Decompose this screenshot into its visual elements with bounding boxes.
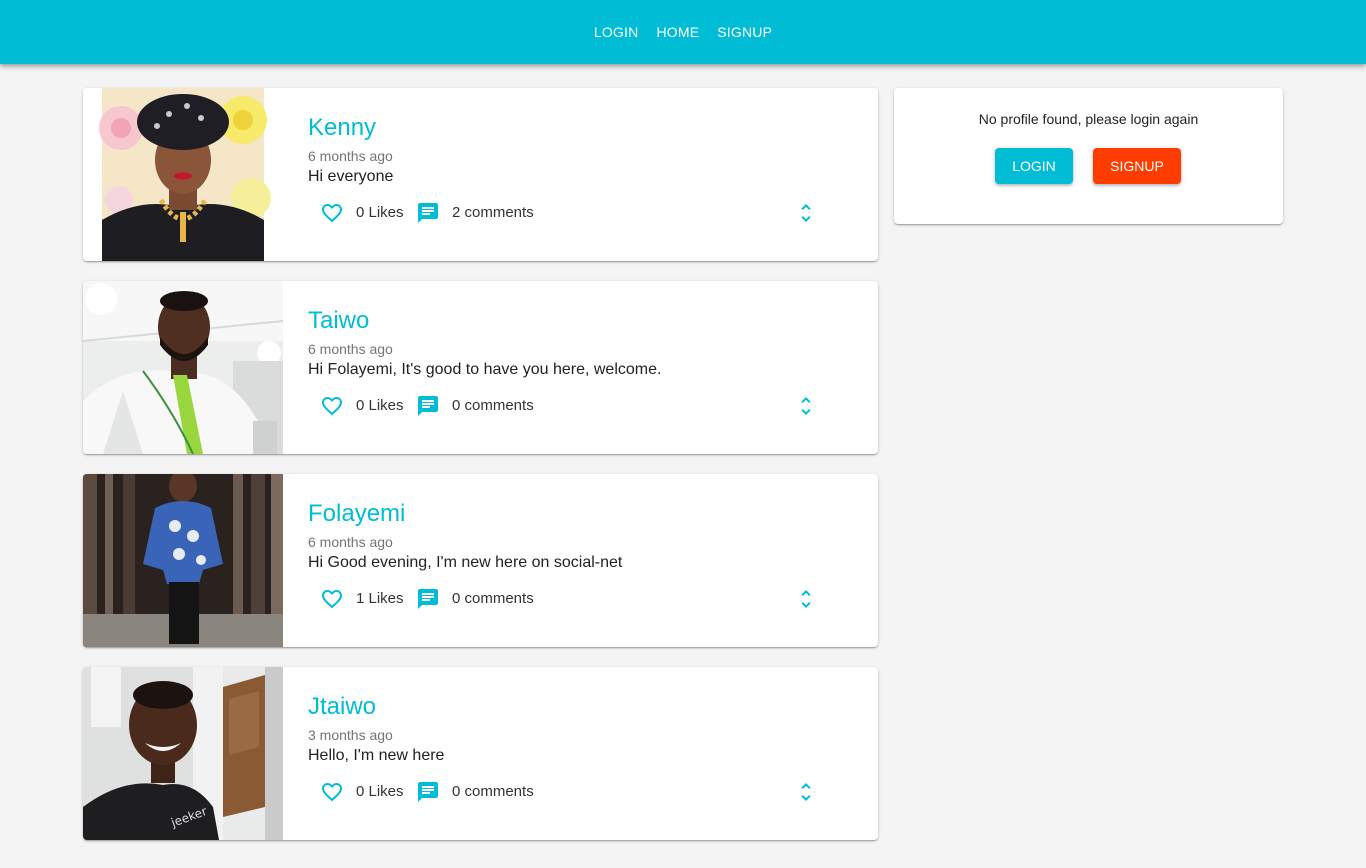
scream-card: Taiwo 6 months ago Hi Folayemi, It's goo… [83, 281, 878, 454]
like-button[interactable] [318, 392, 346, 420]
user-handle-link[interactable]: Taiwo [308, 307, 369, 335]
post-actions: 0 Likes 2 comments [308, 199, 848, 227]
user-avatar-image [83, 281, 283, 454]
scream-card: Folayemi 6 months ago Hi Good evening, I… [83, 474, 878, 647]
like-count: 0 Likes [356, 783, 404, 800]
scream-content: Folayemi 6 months ago Hi Good evening, I… [308, 474, 878, 647]
scream-content: Jtaiwo 3 months ago Hello, I'm new here … [308, 667, 878, 840]
unfold-more-icon [801, 783, 811, 801]
post-body: Hi Good evening, I'm new here on social-… [308, 554, 623, 571]
scream-card: jeeker Jtaiwo 3 months ago Hello, I'm ne… [83, 667, 878, 840]
chat-icon [418, 203, 438, 223]
nav-login-button[interactable]: LOGIN [585, 18, 648, 46]
expand-button[interactable] [792, 199, 820, 227]
nav-signup-button[interactable]: SIGNUP [708, 18, 781, 46]
scream-content: Kenny 6 months ago Hi everyone 0 Likes 2… [308, 88, 878, 261]
user-avatar-image [83, 474, 283, 647]
profile-signup-button[interactable]: SIGNUP [1093, 148, 1181, 184]
expand-button[interactable] [792, 585, 820, 613]
post-actions: 0 Likes 0 comments [308, 778, 848, 806]
expand-button[interactable] [792, 778, 820, 806]
app-bar: LOGIN HOME SIGNUP [0, 0, 1366, 64]
like-button[interactable] [318, 778, 346, 806]
heart-outline-icon [322, 590, 342, 609]
scream-card: Kenny 6 months ago Hi everyone 0 Likes 2… [83, 88, 878, 261]
heart-outline-icon [322, 397, 342, 416]
post-body: Hi Folayemi, It's good to have you here,… [308, 361, 662, 378]
unfold-more-icon [801, 397, 811, 415]
like-button[interactable] [318, 585, 346, 613]
unfold-more-icon [801, 204, 811, 222]
like-count: 0 Likes [356, 204, 404, 221]
like-count: 0 Likes [356, 397, 404, 414]
scream-feed: Kenny 6 months ago Hi everyone 0 Likes 2… [83, 88, 878, 860]
chat-icon [418, 589, 438, 609]
post-timestamp: 6 months ago [308, 534, 393, 550]
heart-outline-icon [322, 783, 342, 802]
no-profile-message: No profile found, please login again [978, 111, 1199, 127]
post-body: Hello, I'm new here [308, 747, 445, 764]
scream-content: Taiwo 6 months ago Hi Folayemi, It's goo… [308, 281, 878, 454]
unfold-more-icon [801, 590, 811, 608]
profile-card: No profile found, please login again LOG… [894, 88, 1283, 224]
comment-button[interactable] [414, 392, 442, 420]
expand-button[interactable] [792, 392, 820, 420]
like-count: 1 Likes [356, 590, 404, 607]
comment-button[interactable] [414, 585, 442, 613]
chat-icon [418, 782, 438, 802]
heart-outline-icon [322, 204, 342, 223]
post-actions: 1 Likes 0 comments [308, 585, 848, 613]
post-actions: 0 Likes 0 comments [308, 392, 848, 420]
like-button[interactable] [318, 199, 346, 227]
comment-count: 0 comments [452, 397, 534, 414]
user-handle-link[interactable]: Folayemi [308, 500, 405, 528]
nav-home-button[interactable]: HOME [647, 18, 708, 46]
user-handle-link[interactable]: Jtaiwo [308, 693, 376, 721]
comment-count: 2 comments [452, 204, 534, 221]
comment-count: 0 comments [452, 590, 534, 607]
user-avatar-image: jeeker [83, 667, 283, 840]
post-timestamp: 3 months ago [308, 727, 393, 743]
comment-count: 0 comments [452, 783, 534, 800]
post-body: Hi everyone [308, 168, 394, 185]
post-timestamp: 6 months ago [308, 148, 393, 164]
user-avatar-image [83, 88, 283, 261]
profile-login-button[interactable]: LOGIN [995, 148, 1073, 184]
comment-button[interactable] [414, 778, 442, 806]
comment-button[interactable] [414, 199, 442, 227]
user-handle-link[interactable]: Kenny [308, 114, 376, 142]
chat-icon [418, 396, 438, 416]
post-timestamp: 6 months ago [308, 341, 393, 357]
